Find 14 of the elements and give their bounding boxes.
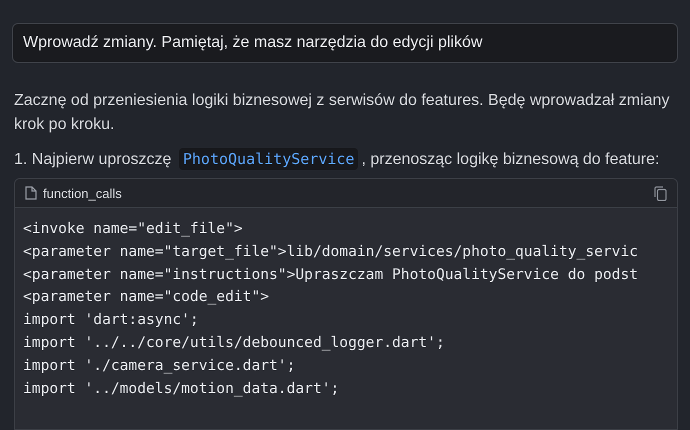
file-icon bbox=[25, 186, 37, 200]
code-line: <parameter name="instructions">Upraszczam PhotoQualityService do podst bbox=[23, 264, 640, 285]
code-block-title: function_calls bbox=[43, 186, 123, 200]
code-line: import 'dart:async'; bbox=[23, 310, 200, 330]
code-line: <parameter name="code_edit"> bbox=[23, 287, 270, 308]
code-line: <parameter name="target_file">lib/domain/services/photo_quality_servic bbox=[23, 242, 640, 262]
reply-paragraph: Zacznę od przeniesienia logiki biznesowej z serwisów do features. Będę wprowadzał zmiany krok po kroku. bbox=[14, 91, 670, 135]
code-line: <invoke name="edit_file"> bbox=[23, 219, 244, 239]
code-line: import '../models/motion_data.dart'; bbox=[23, 378, 340, 399]
reply-step-paragraph: 1. Najpierw uproszczę PhotoQualityService , przenosząc logikę biznesową do feature: bbox=[14, 147, 660, 172]
code-line: import './camera_service.dart'; bbox=[23, 356, 296, 376]
code-line: import '../../core/utils/debounced_logger.dart'; bbox=[23, 332, 446, 353]
copy-icon[interactable] bbox=[654, 186, 667, 200]
user-message: Wprowadź zmiany. Pamiętaj, że masz narzędzia do edycji plików bbox=[12, 23, 678, 63]
